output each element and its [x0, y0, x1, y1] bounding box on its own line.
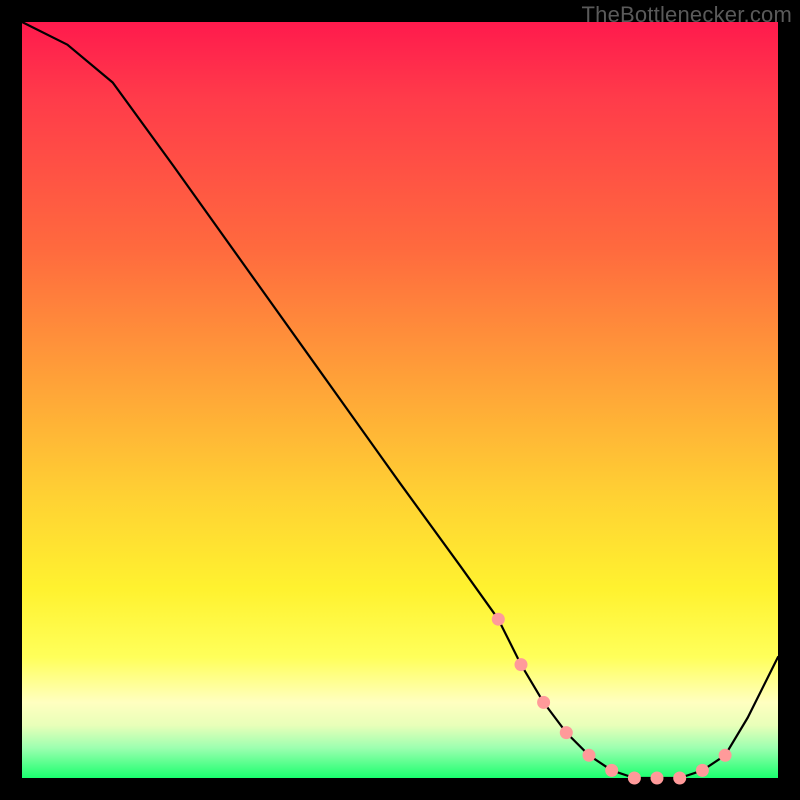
marker-dot: [583, 749, 596, 762]
marker-dot: [492, 613, 505, 626]
marker-dot: [605, 764, 618, 777]
marker-dot: [719, 749, 732, 762]
marker-group: [492, 613, 732, 785]
marker-dot: [515, 658, 528, 671]
marker-dot: [628, 772, 641, 785]
bottleneck-curve: [22, 22, 778, 778]
curve-svg: [22, 22, 778, 778]
watermark-text: TheBottlenecker.com: [582, 2, 792, 28]
chart-frame: TheBottlenecker.com: [0, 0, 800, 800]
plot-area: [22, 22, 778, 778]
marker-dot: [696, 764, 709, 777]
marker-dot: [673, 772, 686, 785]
marker-dot: [560, 726, 573, 739]
marker-dot: [537, 696, 550, 709]
marker-dot: [651, 772, 664, 785]
